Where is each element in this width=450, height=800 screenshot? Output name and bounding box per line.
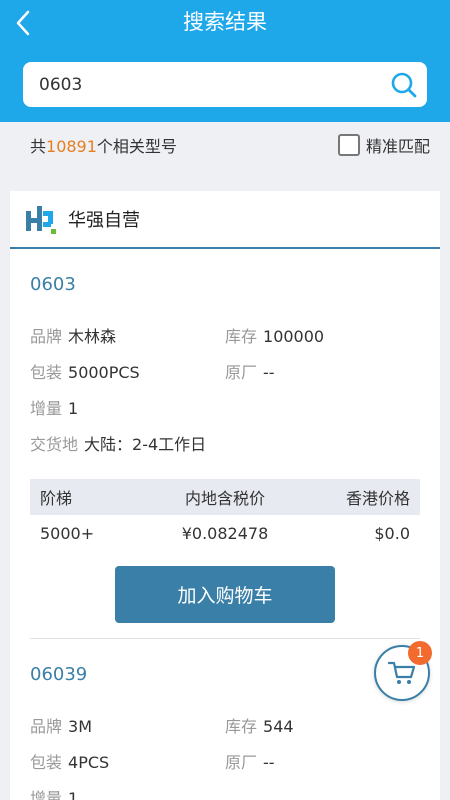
factory-value: -- xyxy=(263,753,275,772)
increment-field: 增量 1 xyxy=(30,781,225,800)
add-to-cart-button[interactable]: 加入购物车 xyxy=(115,566,335,623)
result-prefix: 共 xyxy=(30,137,47,156)
package-value: 5000PCS xyxy=(68,363,140,382)
info-row: 增量 1 xyxy=(30,391,420,427)
price-row: 5000+ ¥0.082478 $0.0 xyxy=(30,515,420,551)
price-table: 阶梯 内地含税价 香港价格 5000+ ¥0.082478 $0.0 xyxy=(30,479,420,551)
header-hk-price: 香港价格 xyxy=(345,489,410,508)
info-row: 交货地 大陆：2-4工作日 xyxy=(30,427,420,463)
divider xyxy=(30,638,420,639)
add-cart-wrap: 加入购物车 xyxy=(30,566,420,623)
brand-label: 品牌 xyxy=(30,717,63,736)
app-header: 搜索结果 xyxy=(0,0,450,122)
info-row: 品牌 木林森 库存 100000 xyxy=(30,319,420,355)
result-suffix: 个相关型号 xyxy=(96,137,177,156)
factory-label: 原厂 xyxy=(225,363,258,382)
brand-value: 木林森 xyxy=(68,327,117,346)
search-input[interactable] xyxy=(23,74,381,95)
delivery-field: 交货地 大陆：2-4工作日 xyxy=(30,427,225,463)
header-tier: 阶梯 xyxy=(40,489,73,508)
search-button[interactable] xyxy=(381,62,427,107)
mainland-price-value: ¥0.082478 xyxy=(181,523,269,543)
floating-cart-button[interactable]: 1 xyxy=(374,641,432,701)
delivery-label: 交货地 xyxy=(30,435,79,454)
result-count-text: 共10891个相关型号 xyxy=(30,133,177,157)
package-label: 包装 xyxy=(30,753,63,772)
package-field: 包装 4PCS xyxy=(30,745,225,781)
search-icon xyxy=(391,72,417,97)
stock-field: 库存 100000 xyxy=(225,319,420,355)
brand-label: 品牌 xyxy=(30,327,63,346)
factory-field: 原厂 -- xyxy=(225,355,420,391)
cart-icon xyxy=(388,661,416,684)
page-title: 搜索结果 xyxy=(183,10,267,34)
stock-value: 544 xyxy=(263,717,294,736)
package-value: 4PCS xyxy=(68,753,110,772)
store-header: 华强自营 xyxy=(10,191,440,249)
stock-field: 库存 544 xyxy=(225,709,420,745)
result-count: 10891 xyxy=(46,137,97,156)
info-row: 包装 5000PCS 原厂 -- xyxy=(30,355,420,391)
search-box xyxy=(23,62,427,107)
package-field: 包装 5000PCS xyxy=(30,355,225,391)
product-info: 品牌 3M 库存 544 包装 4PCS 原厂 -- 增量 1 xyxy=(30,709,420,800)
brand-value: 3M xyxy=(68,717,92,736)
exact-match-toggle[interactable]: 精准匹配 xyxy=(337,133,430,157)
product-item: 0603 品牌 木林森 库存 100000 包装 5000PCS 原厂 -- 增量 1 交… xyxy=(10,271,440,639)
factory-label: 原厂 xyxy=(225,753,258,772)
hq-logo-icon xyxy=(26,206,56,234)
info-row: 品牌 3M 库存 544 xyxy=(30,709,420,745)
product-info: 品牌 木林森 库存 100000 包装 5000PCS 原厂 -- 增量 1 交货地 大陆：… xyxy=(30,319,420,463)
increment-label: 增量 xyxy=(30,789,63,800)
exact-match-checkbox[interactable] xyxy=(337,134,360,156)
increment-value: 1 xyxy=(68,789,79,800)
store-card: 华强自营 0603 品牌 木林森 库存 100000 包装 5000PCS 原厂 -- … xyxy=(10,191,440,800)
brand-field: 品牌 木林森 xyxy=(30,319,225,355)
cart-count-badge: 1 xyxy=(408,641,432,665)
increment-label: 增量 xyxy=(30,399,63,418)
factory-field: 原厂 -- xyxy=(225,745,420,781)
brand-field: 品牌 3M xyxy=(30,709,225,745)
factory-value: -- xyxy=(263,363,275,382)
store-name: 华强自营 xyxy=(68,210,140,231)
increment-field: 增量 1 xyxy=(30,391,225,427)
delivery-value: 大陆：2-4工作日 xyxy=(84,435,207,454)
increment-value: 1 xyxy=(68,399,79,418)
result-summary: 共10891个相关型号 精准匹配 xyxy=(0,122,450,168)
exact-match-label: 精准匹配 xyxy=(365,137,430,156)
part-number-link[interactable]: 06039 xyxy=(30,661,420,689)
info-row: 增量 1 xyxy=(30,781,420,800)
package-label: 包装 xyxy=(30,363,63,382)
stock-label: 库存 xyxy=(225,717,258,736)
stock-label: 库存 xyxy=(225,327,258,346)
info-row: 包装 4PCS 原厂 -- xyxy=(30,745,420,781)
price-table-header: 阶梯 内地含税价 香港价格 xyxy=(30,479,420,515)
header-mainland-price: 内地含税价 xyxy=(184,489,265,508)
part-number-link[interactable]: 0603 xyxy=(30,271,420,299)
tier-value: 5000+ xyxy=(40,523,95,543)
hk-price-value: $0.0 xyxy=(374,523,410,543)
stock-value: 100000 xyxy=(263,327,325,346)
